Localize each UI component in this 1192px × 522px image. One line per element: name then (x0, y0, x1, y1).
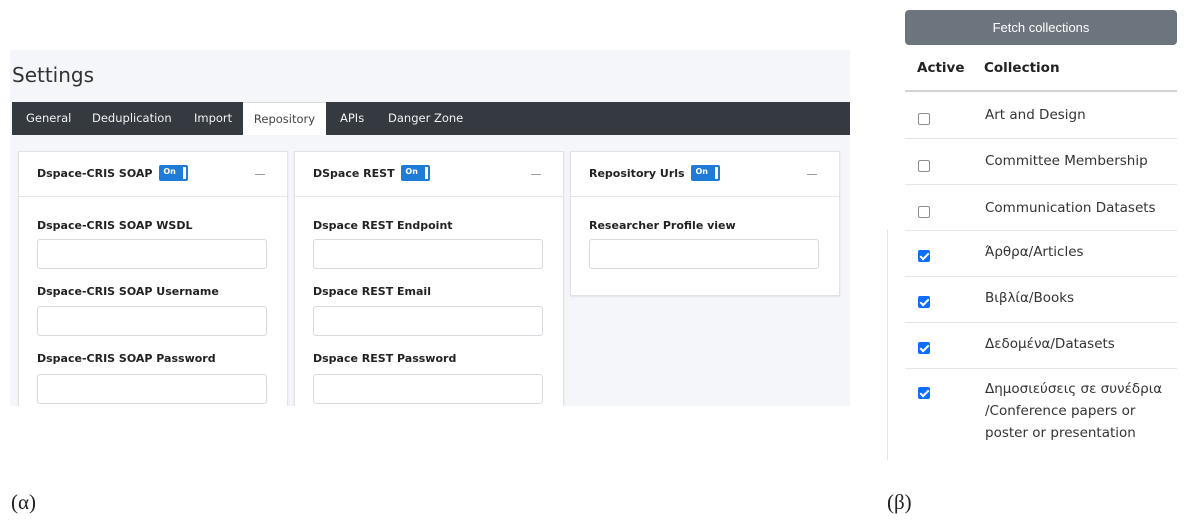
rest-email-input[interactable] (313, 306, 543, 336)
toggle-knob (425, 167, 429, 179)
table-row: Communication Datasets (905, 185, 1177, 231)
collection-name: Βιβλία/Books (985, 290, 1075, 306)
card-title: DSpace REST On (313, 165, 431, 182)
rest-email-label: Dspace REST Email (313, 285, 431, 298)
collection-column-header: Collection (984, 60, 1060, 76)
active-column-header: Active (917, 60, 965, 76)
collections-panel: Fetch collections Active Collection Art … (890, 0, 1190, 460)
soap-password-input[interactable] (37, 374, 267, 404)
toggle-knob (715, 167, 719, 179)
toggle-label: On (163, 167, 176, 176)
card-title-text: Repository Urls (589, 167, 685, 180)
card-title: Repository Urls On (589, 165, 721, 182)
repository-urls-toggle[interactable]: On (691, 165, 721, 181)
soap-username-label: Dspace-CRIS SOAP Username (37, 285, 219, 298)
soap-wsdl-label: Dspace-CRIS SOAP WSDL (37, 219, 193, 232)
tab-danger-zone[interactable]: Danger Zone (388, 102, 463, 135)
repository-urls-card: Repository Urls On Researcher Profile vi… (570, 151, 840, 296)
soap-username-input[interactable] (37, 306, 267, 336)
dspace-cris-soap-toggle[interactable]: On (159, 165, 189, 181)
caption-alpha: (α) (11, 490, 36, 514)
researcher-profile-view-input[interactable] (589, 239, 819, 269)
toggle-label: On (405, 167, 418, 176)
researcher-profile-view-label: Researcher Profile view (589, 219, 736, 232)
minimize-icon[interactable] (531, 174, 541, 175)
settings-panel: Settings General Deduplication Import Re… (10, 50, 850, 406)
collection-name: Άρθρα/Articles (985, 244, 1084, 260)
card-title: Dspace-CRIS SOAP On (37, 165, 189, 182)
table-row: Δεδομένα/Datasets (905, 323, 1177, 369)
tab-import[interactable]: Import (194, 102, 232, 135)
collection-checkbox[interactable] (918, 387, 930, 399)
collection-name: Δεδομένα/Datasets (985, 336, 1115, 352)
collection-checkbox[interactable] (918, 205, 930, 218)
table-row: Άρθρα/Articles (905, 231, 1177, 277)
minimize-icon[interactable] (255, 174, 265, 175)
rest-password-input[interactable] (313, 374, 543, 404)
tab-general[interactable]: General (26, 102, 71, 135)
collection-checkbox[interactable] (918, 296, 930, 309)
collection-checkbox[interactable] (918, 342, 930, 355)
collection-name: Δημοσιεύσεις σε συνέδρια /Conference pap… (985, 381, 1163, 441)
rest-endpoint-input[interactable] (313, 239, 543, 269)
caption-beta: (β) (887, 490, 912, 514)
tab-repository[interactable]: Repository (243, 102, 326, 135)
soap-wsdl-input[interactable] (37, 239, 267, 269)
toggle-label: On (695, 167, 708, 176)
card-title-text: DSpace REST (313, 167, 395, 180)
collection-checkbox[interactable] (918, 159, 930, 172)
table-row: Committee Membership (905, 139, 1177, 185)
card-title-text: Dspace-CRIS SOAP (37, 167, 153, 180)
table-row: Art and Design (905, 92, 1177, 139)
toggle-knob (183, 167, 187, 179)
collection-name: Art and Design (985, 107, 1086, 123)
rest-password-label: Dspace REST Password (313, 352, 457, 365)
minimize-icon[interactable] (807, 174, 817, 175)
card-header: Dspace-CRIS SOAP On (19, 152, 287, 197)
dspace-cris-soap-card: Dspace-CRIS SOAP On Dspace-CRIS SOAP WSD… (18, 151, 288, 406)
dspace-rest-card: DSpace REST On Dspace REST Endpoint Dspa… (294, 151, 564, 406)
collection-checkbox[interactable] (918, 250, 930, 263)
soap-password-label: Dspace-CRIS SOAP Password (37, 352, 216, 365)
collection-checkbox[interactable] (918, 113, 930, 126)
tab-apis[interactable]: APIs (340, 102, 364, 135)
tab-deduplication[interactable]: Deduplication (92, 102, 172, 135)
table-left-border (887, 230, 888, 460)
card-header: Repository Urls On (571, 152, 839, 197)
collection-name: Committee Membership (985, 153, 1148, 169)
dspace-rest-toggle[interactable]: On (401, 165, 431, 181)
page-title: Settings (12, 63, 95, 87)
rest-endpoint-label: Dspace REST Endpoint (313, 219, 453, 232)
table-row: Δημοσιεύσεις σε συνέδρια /Conference pap… (905, 369, 1177, 455)
settings-tab-bar: General Deduplication Import Repository … (12, 102, 850, 135)
card-header: DSpace REST On (295, 152, 563, 197)
table-row: Βιβλία/Books (905, 277, 1177, 323)
collection-name: Communication Datasets (985, 200, 1156, 216)
fetch-collections-button[interactable]: Fetch collections (905, 10, 1177, 45)
